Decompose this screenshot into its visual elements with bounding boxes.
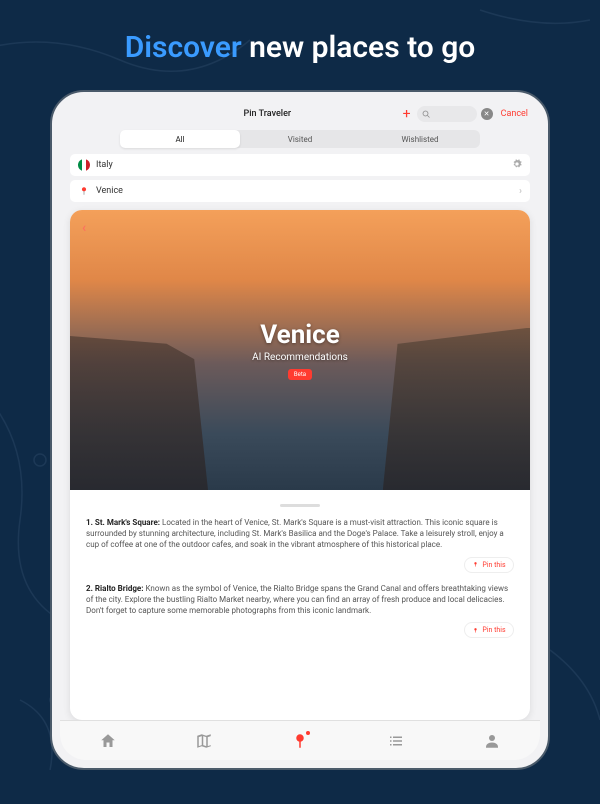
gear-icon[interactable] <box>512 159 522 172</box>
breadcrumb: Italy Venice › <box>60 154 540 206</box>
hero-image: ‹ Venice AI Recommendations Beta <box>70 210 530 490</box>
tab-pins[interactable] <box>291 732 309 750</box>
tab-profile[interactable] <box>483 732 501 750</box>
city-label: Venice <box>96 186 123 196</box>
segment-all[interactable]: All <box>120 130 240 148</box>
tab-map[interactable] <box>195 732 213 750</box>
content-card: ‹ Venice AI Recommendations Beta 1. St. … <box>70 210 530 720</box>
drag-handle[interactable] <box>280 504 320 507</box>
recommendation-item: 2. Rialto Bridge: Known as the symbol of… <box>86 583 514 617</box>
device-frame: Pin Traveler + ✕ Cancel All Visited Wish… <box>50 90 550 770</box>
pin-this-button[interactable]: Pin this <box>464 622 514 638</box>
map-icon <box>195 732 213 750</box>
app-title: Pin Traveler <box>132 109 403 119</box>
pin-this-button[interactable]: Pin this <box>464 557 514 573</box>
add-button[interactable]: + <box>403 106 411 122</box>
segment-control: All Visited Wishlisted <box>120 130 480 148</box>
clear-search-button[interactable]: ✕ <box>481 108 493 120</box>
breadcrumb-city[interactable]: Venice › <box>70 180 530 202</box>
list-icon <box>387 732 405 750</box>
pin-icon <box>472 627 479 634</box>
tab-bar <box>60 720 540 760</box>
flag-italy-icon <box>78 159 90 171</box>
cancel-button[interactable]: Cancel <box>501 109 528 119</box>
headline-rest: new places to go <box>242 30 476 65</box>
pin-icon <box>472 561 479 568</box>
chevron-right-icon: › <box>519 186 522 197</box>
breadcrumb-country[interactable]: Italy <box>70 154 530 176</box>
top-bar: Pin Traveler + ✕ Cancel <box>60 100 540 128</box>
search-input[interactable] <box>417 106 477 122</box>
marketing-headline: Discover new places to go <box>0 30 600 65</box>
device-screen: Pin Traveler + ✕ Cancel All Visited Wish… <box>60 100 540 760</box>
country-label: Italy <box>96 160 113 170</box>
notification-dot <box>305 730 311 736</box>
headline-accent: Discover <box>125 30 242 65</box>
recommendations-panel: 1. St. Mark's Square: Located in the hea… <box>70 490 530 720</box>
search-icon <box>422 110 430 118</box>
profile-icon <box>483 732 501 750</box>
home-icon <box>99 732 117 750</box>
recommendation-item: 1. St. Mark's Square: Located in the hea… <box>86 517 514 551</box>
segment-visited[interactable]: Visited <box>240 130 360 148</box>
tab-home[interactable] <box>99 732 117 750</box>
segment-wishlisted[interactable]: Wishlisted <box>360 130 480 148</box>
tab-list[interactable] <box>387 732 405 750</box>
back-button[interactable]: ‹ <box>82 220 86 236</box>
hero-title: Venice <box>260 320 340 350</box>
pin-icon <box>78 185 90 197</box>
beta-badge: Beta <box>288 369 312 380</box>
hero-subtitle: AI Recommendations <box>252 352 348 363</box>
